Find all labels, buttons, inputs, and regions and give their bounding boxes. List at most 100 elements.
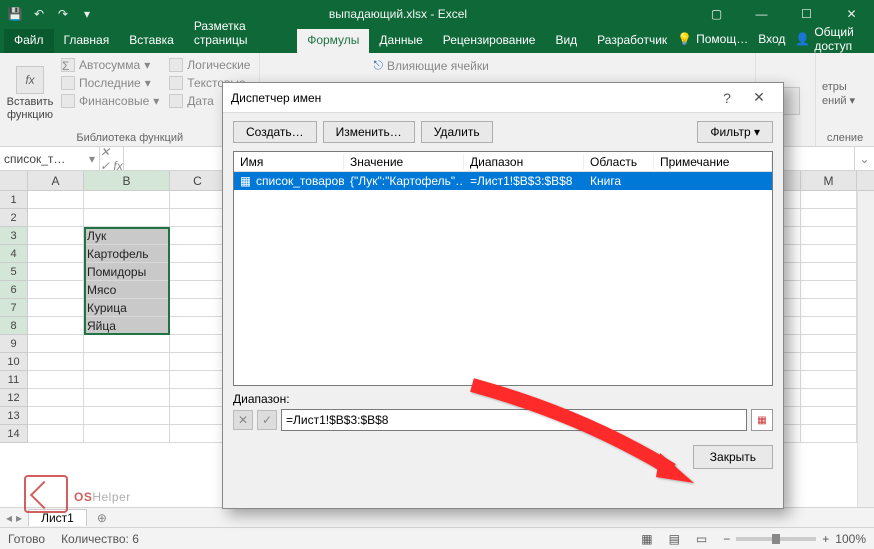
cell-a6[interactable]	[28, 281, 84, 299]
row-head-2[interactable]: 2	[0, 209, 28, 227]
cell-b10[interactable]	[84, 353, 170, 371]
cell-c4[interactable]	[170, 245, 226, 263]
row-head-14[interactable]: 14	[0, 425, 28, 443]
logical-button[interactable]: Логические	[166, 57, 253, 73]
cell-a3[interactable]	[28, 227, 84, 245]
cell-m5[interactable]	[801, 263, 857, 281]
chevron-down-icon[interactable]: ▾	[89, 152, 95, 166]
share-button[interactable]: 👤Общий доступ	[795, 25, 864, 53]
cell-c13[interactable]	[170, 407, 226, 425]
cell-a11[interactable]	[28, 371, 84, 389]
autosum-button[interactable]: ΣАвтосумма▾	[58, 57, 162, 73]
recent-functions-button[interactable]: Последние▾	[58, 75, 162, 91]
maximize-button[interactable]: ☐	[784, 0, 829, 28]
zoom-out-icon[interactable]: −	[723, 532, 730, 546]
tab-insert[interactable]: Вставка	[119, 29, 184, 53]
cell-b1[interactable]	[84, 191, 170, 209]
col-value[interactable]: Значение	[344, 155, 464, 169]
col-range[interactable]: Диапазон	[464, 155, 584, 169]
cell-c8[interactable]	[170, 317, 226, 335]
cell-m9[interactable]	[801, 335, 857, 353]
cell-b13[interactable]	[84, 407, 170, 425]
financial-button[interactable]: Финансовые▾	[58, 93, 162, 109]
cell-b7[interactable]: Курица	[84, 299, 170, 317]
cell-b5[interactable]: Помидоры	[84, 263, 170, 281]
row-head-4[interactable]: 4	[0, 245, 28, 263]
col-name[interactable]: Имя	[234, 155, 344, 169]
cancel-edit-icon[interactable]: ✕	[233, 410, 253, 430]
cell-b8[interactable]: Яйца	[84, 317, 170, 335]
tab-review[interactable]: Рецензирование	[433, 29, 546, 53]
view-normal-icon[interactable]: ▦	[641, 532, 652, 546]
row-head-1[interactable]: 1	[0, 191, 28, 209]
row-head-8[interactable]: 8	[0, 317, 28, 335]
zoom-in-icon[interactable]: +	[822, 532, 829, 546]
row-head-12[interactable]: 12	[0, 389, 28, 407]
cell-a14[interactable]	[28, 425, 84, 443]
ribbon-options-icon[interactable]: ▢	[694, 0, 739, 28]
row-head-6[interactable]: 6	[0, 281, 28, 299]
sheet-nav-next-icon[interactable]: ▸	[16, 511, 22, 525]
dialog-help-button[interactable]: ?	[711, 90, 743, 106]
row-head-10[interactable]: 10	[0, 353, 28, 371]
tab-view[interactable]: Вид	[545, 29, 587, 53]
range-input[interactable]	[281, 409, 747, 431]
cell-b2[interactable]	[84, 209, 170, 227]
tab-developer[interactable]: Разработчик	[587, 29, 677, 53]
col-head-a[interactable]: A	[28, 171, 84, 190]
sheet-nav-prev-icon[interactable]: ◂	[6, 511, 12, 525]
undo-icon[interactable]: ↶	[30, 5, 48, 23]
cell-c6[interactable]	[170, 281, 226, 299]
delete-name-button[interactable]: Удалить	[421, 121, 493, 143]
row-head-13[interactable]: 13	[0, 407, 28, 425]
zoom-level[interactable]: 100%	[835, 532, 866, 546]
name-row-selected[interactable]: ▦ список_товаров {"Лук":"Картофель"… =Ли…	[234, 172, 772, 190]
signin-link[interactable]: Вход	[758, 32, 785, 46]
view-page-icon[interactable]: ▤	[669, 532, 680, 546]
dialog-close-x[interactable]: ✕	[743, 89, 775, 106]
view-break-icon[interactable]: ▭	[696, 532, 707, 546]
cell-m13[interactable]	[801, 407, 857, 425]
insert-function-button[interactable]: fx Вставить функцию	[6, 57, 54, 130]
create-name-button[interactable]: Создать…	[233, 121, 317, 143]
cell-b11[interactable]	[84, 371, 170, 389]
cell-a4[interactable]	[28, 245, 84, 263]
cell-c7[interactable]	[170, 299, 226, 317]
cell-c1[interactable]	[170, 191, 226, 209]
select-all-corner[interactable]	[0, 171, 28, 190]
cell-a10[interactable]	[28, 353, 84, 371]
cell-a12[interactable]	[28, 389, 84, 407]
cell-m8[interactable]	[801, 317, 857, 335]
add-sheet-button[interactable]: ⊕	[93, 511, 111, 525]
vertical-scrollbar[interactable]	[857, 191, 874, 507]
cell-c11[interactable]	[170, 371, 226, 389]
cell-m14[interactable]	[801, 425, 857, 443]
qat-customize-icon[interactable]: ▾	[78, 5, 96, 23]
cell-m1[interactable]	[801, 191, 857, 209]
close-button[interactable]: Закрыть	[693, 445, 773, 469]
cell-a7[interactable]	[28, 299, 84, 317]
cell-b9[interactable]	[84, 335, 170, 353]
filter-button[interactable]: Фильтр ▾	[697, 121, 773, 143]
tab-formulas[interactable]: Формулы	[297, 29, 369, 53]
col-head-c[interactable]: C	[170, 171, 226, 190]
cell-c14[interactable]	[170, 425, 226, 443]
cell-c9[interactable]	[170, 335, 226, 353]
row-head-3[interactable]: 3	[0, 227, 28, 245]
names-list[interactable]: Имя Значение Диапазон Область Примечание…	[233, 151, 773, 386]
cell-b14[interactable]	[84, 425, 170, 443]
cell-m6[interactable]	[801, 281, 857, 299]
cell-c2[interactable]	[170, 209, 226, 227]
cell-a8[interactable]	[28, 317, 84, 335]
cell-c12[interactable]	[170, 389, 226, 407]
tab-home[interactable]: Главная	[54, 29, 120, 53]
dialog-titlebar[interactable]: Диспетчер имен ? ✕	[223, 83, 783, 113]
sheet-tab-1[interactable]: Лист1	[28, 509, 87, 526]
cell-b6[interactable]: Мясо	[84, 281, 170, 299]
cell-m10[interactable]	[801, 353, 857, 371]
cell-m4[interactable]	[801, 245, 857, 263]
cell-a5[interactable]	[28, 263, 84, 281]
cell-m11[interactable]	[801, 371, 857, 389]
cell-a1[interactable]	[28, 191, 84, 209]
trace-precedents-button[interactable]: ⎋Влияющие ячейки	[370, 57, 491, 74]
